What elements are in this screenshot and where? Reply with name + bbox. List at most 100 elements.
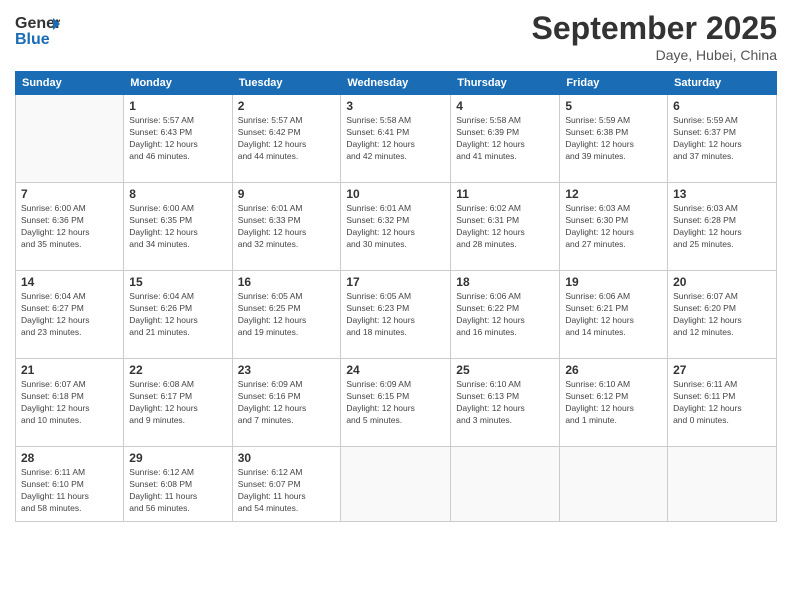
- calendar-cell: 22 Sunrise: 6:08 AM Sunset: 6:17 PM Dayli…: [124, 359, 232, 447]
- calendar-cell: 21 Sunrise: 6:07 AM Sunset: 6:18 PM Dayli…: [16, 359, 124, 447]
- week-row-1: 7Sunrise: 6:00 AM Sunset: 6:36 PM Daylig…: [16, 183, 777, 271]
- calendar-cell: 17 Sunrise: 6:05 AM Sunset: 6:23 PM Dayli…: [341, 271, 451, 359]
- calendar-cell: 16 Sunrise: 6:05 AM Sunset: 6:25 PM Dayli…: [232, 271, 341, 359]
- day-number: 8: [129, 187, 226, 201]
- day-number: 4: [456, 99, 554, 113]
- calendar-cell: [341, 447, 451, 522]
- day-info: Sunrise: 6:01 AM Sunset: 6:32 PM Dayligh…: [346, 203, 445, 251]
- week-row-2: 14 Sunrise: 6:04 AM Sunset: 6:27 PM Dayli…: [16, 271, 777, 359]
- day-number: 10: [346, 187, 445, 201]
- day-info: Sunrise: 5:59 AM Sunset: 6:38 PM Dayligh…: [565, 115, 662, 163]
- calendar-cell: 18 Sunrise: 6:06 AM Sunset: 6:22 PM Dayli…: [451, 271, 560, 359]
- day-info: Sunrise: 6:08 AM Sunset: 6:17 PM Dayligh…: [129, 379, 226, 427]
- day-info: Sunrise: 6:12 AM Sunset: 6:08 PM Dayligh…: [129, 467, 226, 515]
- day-info: Sunrise: 6:02 AM Sunset: 6:31 PM Dayligh…: [456, 203, 554, 251]
- week-row-4: 28 Sunrise: 6:11 AM Sunset: 6:10 PM Dayli…: [16, 447, 777, 522]
- day-number: 13: [673, 187, 771, 201]
- week-row-0: 1 Sunrise: 5:57 AM Sunset: 6:43 PM Daylig…: [16, 95, 777, 183]
- day-info: Sunrise: 6:03 AM Sunset: 6:30 PM Dayligh…: [565, 203, 662, 251]
- day-info: Sunrise: 6:07 AM Sunset: 6:18 PM Dayligh…: [21, 379, 118, 427]
- calendar-cell: 4 Sunrise: 5:58 AM Sunset: 6:39 PM Daylig…: [451, 95, 560, 183]
- day-info: Sunrise: 5:57 AM Sunset: 6:43 PM Dayligh…: [129, 115, 226, 163]
- month-title: September 2025: [532, 10, 777, 47]
- day-number: 25: [456, 363, 554, 377]
- calendar-cell: [451, 447, 560, 522]
- day-info: Sunrise: 5:57 AM Sunset: 6:42 PM Dayligh…: [238, 115, 336, 163]
- day-number: 26: [565, 363, 662, 377]
- calendar-cell: 20 Sunrise: 6:07 AM Sunset: 6:20 PM Dayli…: [668, 271, 777, 359]
- location: Daye, Hubei, China: [532, 47, 777, 63]
- day-number: 5: [565, 99, 662, 113]
- calendar-cell: 12 Sunrise: 6:03 AM Sunset: 6:30 PM Dayli…: [560, 183, 668, 271]
- calendar-header-thursday: Thursday: [451, 72, 560, 95]
- day-number: 18: [456, 275, 554, 289]
- day-info: Sunrise: 6:07 AM Sunset: 6:20 PM Dayligh…: [673, 291, 771, 339]
- calendar-cell: 25 Sunrise: 6:10 AM Sunset: 6:13 PM Dayli…: [451, 359, 560, 447]
- day-info: Sunrise: 6:05 AM Sunset: 6:25 PM Dayligh…: [238, 291, 336, 339]
- day-number: 30: [238, 451, 336, 465]
- day-number: 2: [238, 99, 336, 113]
- calendar-header-friday: Friday: [560, 72, 668, 95]
- day-info: Sunrise: 6:11 AM Sunset: 6:10 PM Dayligh…: [21, 467, 118, 515]
- calendar-cell: 10 Sunrise: 6:01 AM Sunset: 6:32 PM Dayli…: [341, 183, 451, 271]
- day-info: Sunrise: 6:12 AM Sunset: 6:07 PM Dayligh…: [238, 467, 336, 515]
- day-number: 22: [129, 363, 226, 377]
- day-number: 17: [346, 275, 445, 289]
- day-number: 16: [238, 275, 336, 289]
- calendar-cell: 14 Sunrise: 6:04 AM Sunset: 6:27 PM Dayli…: [16, 271, 124, 359]
- calendar-header-wednesday: Wednesday: [341, 72, 451, 95]
- calendar-cell: 26Sunrise: 6:10 AM Sunset: 6:12 PM Dayli…: [560, 359, 668, 447]
- day-info: Sunrise: 5:59 AM Sunset: 6:37 PM Dayligh…: [673, 115, 771, 163]
- day-number: 3: [346, 99, 445, 113]
- calendar-header-tuesday: Tuesday: [232, 72, 341, 95]
- header: General Blue September 2025 Daye, Hubei,…: [15, 10, 777, 63]
- day-info: Sunrise: 5:58 AM Sunset: 6:41 PM Dayligh…: [346, 115, 445, 163]
- day-number: 28: [21, 451, 118, 465]
- calendar: SundayMondayTuesdayWednesdayThursdayFrid…: [15, 71, 777, 522]
- calendar-cell: 7Sunrise: 6:00 AM Sunset: 6:36 PM Daylig…: [16, 183, 124, 271]
- calendar-cell: [16, 95, 124, 183]
- day-info: Sunrise: 6:03 AM Sunset: 6:28 PM Dayligh…: [673, 203, 771, 251]
- day-info: Sunrise: 6:09 AM Sunset: 6:15 PM Dayligh…: [346, 379, 445, 427]
- calendar-cell: 9 Sunrise: 6:01 AM Sunset: 6:33 PM Daylig…: [232, 183, 341, 271]
- day-info: Sunrise: 6:04 AM Sunset: 6:26 PM Dayligh…: [129, 291, 226, 339]
- day-info: Sunrise: 6:04 AM Sunset: 6:27 PM Dayligh…: [21, 291, 118, 339]
- calendar-header-monday: Monday: [124, 72, 232, 95]
- calendar-header-row: SundayMondayTuesdayWednesdayThursdayFrid…: [16, 72, 777, 95]
- day-info: Sunrise: 6:06 AM Sunset: 6:21 PM Dayligh…: [565, 291, 662, 339]
- calendar-cell: 27Sunrise: 6:11 AM Sunset: 6:11 PM Dayli…: [668, 359, 777, 447]
- day-number: 21: [21, 363, 118, 377]
- day-info: Sunrise: 6:05 AM Sunset: 6:23 PM Dayligh…: [346, 291, 445, 339]
- logo-icon: General Blue: [15, 10, 60, 50]
- day-number: 14: [21, 275, 118, 289]
- calendar-cell: 15 Sunrise: 6:04 AM Sunset: 6:26 PM Dayli…: [124, 271, 232, 359]
- day-info: Sunrise: 6:09 AM Sunset: 6:16 PM Dayligh…: [238, 379, 336, 427]
- day-info: Sunrise: 6:06 AM Sunset: 6:22 PM Dayligh…: [456, 291, 554, 339]
- day-number: 15: [129, 275, 226, 289]
- calendar-cell: 6Sunrise: 5:59 AM Sunset: 6:37 PM Daylig…: [668, 95, 777, 183]
- day-info: Sunrise: 5:58 AM Sunset: 6:39 PM Dayligh…: [456, 115, 554, 163]
- calendar-cell: [668, 447, 777, 522]
- calendar-cell: 24Sunrise: 6:09 AM Sunset: 6:15 PM Dayli…: [341, 359, 451, 447]
- day-number: 11: [456, 187, 554, 201]
- day-number: 20: [673, 275, 771, 289]
- day-info: Sunrise: 6:11 AM Sunset: 6:11 PM Dayligh…: [673, 379, 771, 427]
- calendar-cell: 5 Sunrise: 5:59 AM Sunset: 6:38 PM Daylig…: [560, 95, 668, 183]
- day-info: Sunrise: 6:00 AM Sunset: 6:35 PM Dayligh…: [129, 203, 226, 251]
- day-info: Sunrise: 6:00 AM Sunset: 6:36 PM Dayligh…: [21, 203, 118, 251]
- calendar-cell: 19Sunrise: 6:06 AM Sunset: 6:21 PM Dayli…: [560, 271, 668, 359]
- calendar-cell: 11 Sunrise: 6:02 AM Sunset: 6:31 PM Dayli…: [451, 183, 560, 271]
- calendar-cell: 8 Sunrise: 6:00 AM Sunset: 6:35 PM Daylig…: [124, 183, 232, 271]
- calendar-cell: 30 Sunrise: 6:12 AM Sunset: 6:07 PM Dayli…: [232, 447, 341, 522]
- day-number: 9: [238, 187, 336, 201]
- svg-text:Blue: Blue: [15, 31, 50, 48]
- day-number: 23: [238, 363, 336, 377]
- calendar-header-sunday: Sunday: [16, 72, 124, 95]
- day-info: Sunrise: 6:01 AM Sunset: 6:33 PM Dayligh…: [238, 203, 336, 251]
- day-number: 12: [565, 187, 662, 201]
- day-number: 1: [129, 99, 226, 113]
- calendar-cell: 23 Sunrise: 6:09 AM Sunset: 6:16 PM Dayli…: [232, 359, 341, 447]
- title-block: September 2025 Daye, Hubei, China: [532, 10, 777, 63]
- day-number: 29: [129, 451, 226, 465]
- day-info: Sunrise: 6:10 AM Sunset: 6:13 PM Dayligh…: [456, 379, 554, 427]
